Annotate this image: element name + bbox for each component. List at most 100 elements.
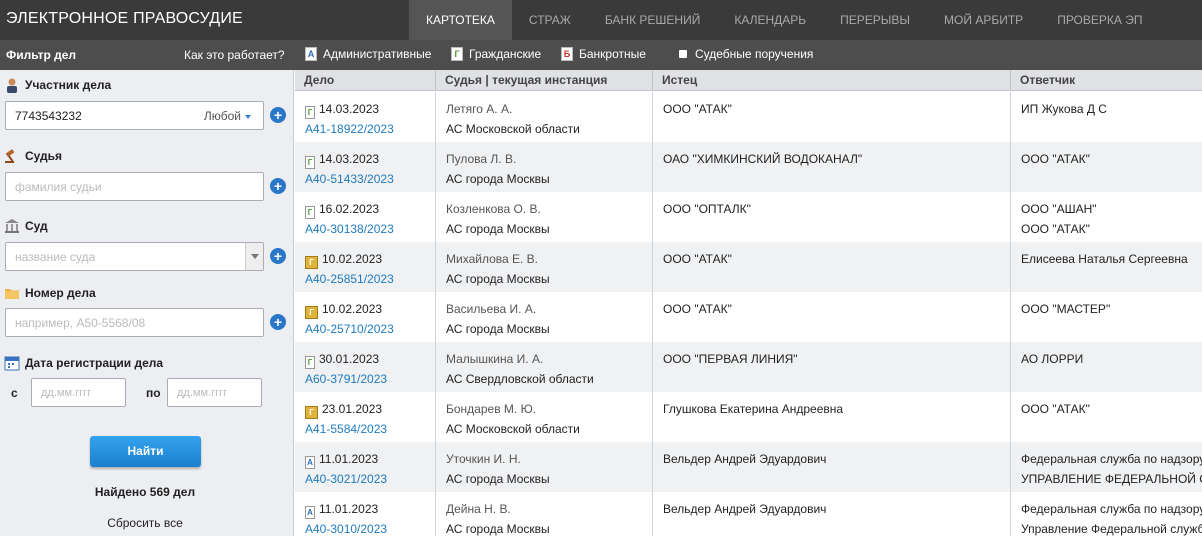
add-case-number-button[interactable]: + — [270, 314, 286, 330]
add-court-button[interactable]: + — [270, 248, 286, 264]
court-name: АС города Москвы — [446, 222, 550, 236]
case-cell: Г 14.03.2023 А40-51433/2023 — [295, 142, 435, 192]
participant-role-dropdown[interactable]: Любой — [204, 109, 251, 123]
case-number-input[interactable]: например, А50-5568/08 — [5, 308, 264, 337]
case-number-link[interactable]: А40-30138/2023 — [305, 222, 394, 236]
case-number-link[interactable]: А40-3021/2023 — [305, 472, 387, 486]
participant-input[interactable]: 7743543232 Любой — [5, 101, 264, 130]
table-row[interactable]: Г 30.01.2023 А60-3791/2023 Малышкина И. А. А… — [295, 342, 1202, 392]
judge-cell: Михайлова Е. В. АС города Москвы — [435, 242, 652, 292]
tab-calendar[interactable]: КАЛЕНДАРЬ — [717, 0, 823, 40]
table-row[interactable]: Г 23.01.2023 А41-5584/2023 Бондарев М. Ю. АС… — [295, 392, 1202, 442]
defendant-name[interactable]: ООО "АТАК" — [1021, 152, 1090, 166]
site-brand[interactable]: ЭЛЕКТРОННОЕ ПРАВОСУДИЕ — [6, 10, 243, 28]
judge-name: Васильева И. А. — [446, 302, 537, 316]
case-type-label: Административные — [323, 47, 432, 61]
judge-name: Уточкин И. Н. — [446, 452, 521, 466]
tab-breaks[interactable]: ПЕРЕРЫВЫ — [823, 0, 927, 40]
case-number-link[interactable]: А40-25851/2023 — [305, 272, 394, 286]
tab-bank-resheniy[interactable]: БАНК РЕШЕНИЙ — [588, 0, 718, 40]
column-header-case[interactable]: Дело — [295, 70, 435, 91]
column-header-defendant[interactable]: Ответчик — [1010, 70, 1202, 91]
reset-all-link[interactable]: Сбросить все — [0, 516, 290, 530]
judge-name: Малышкина И. А. — [446, 352, 544, 366]
tab-kartoteka[interactable]: КАРТОТЕКА — [409, 0, 512, 40]
table-row[interactable]: Г 14.03.2023 А40-51433/2023 Пулова Л. В. АС … — [295, 142, 1202, 192]
plaintiff-cell: Глушкова Екатерина Андреевна — [652, 392, 1010, 442]
defendant-name[interactable]: ООО "АТАК" — [1021, 402, 1090, 416]
plaintiff-name[interactable]: Глушкова Екатерина Андреевна — [663, 402, 843, 416]
defendant-name[interactable]: ИП Жукова Д С — [1021, 102, 1107, 116]
person-icon — [7, 78, 17, 93]
judge-name: Дейна Н. В. — [446, 502, 511, 516]
defendant-name[interactable]: Федеральная служба по надзору — [1021, 452, 1202, 466]
date-from-input[interactable]: дд.мм.гггг — [31, 378, 126, 407]
tab-strazh[interactable]: СТРАЖ — [512, 0, 588, 40]
plaintiff-name[interactable]: Вельдер Андрей Эдуардович — [663, 502, 826, 516]
table-row[interactable]: Г 10.02.2023 А40-25710/2023 Васильева И. А.… — [295, 292, 1202, 342]
plaintiff-name[interactable]: ОАО "ХИМКИНСКИЙ ВОДОКАНАЛ" — [663, 152, 862, 166]
plaintiff-name[interactable]: ООО "ПЕРВАЯ ЛИНИЯ" — [663, 352, 798, 366]
case-cell: Г 14.03.2023 А41-18922/2023 — [295, 92, 435, 142]
case-date: 23.01.2023 — [322, 402, 383, 416]
case-date: 11.01.2023 — [319, 452, 379, 466]
defendant-name[interactable]: УПРАВЛЕНИЕ ФЕДЕРАЛЬНОЙ С — [1021, 472, 1202, 486]
plaintiff-name[interactable]: ООО "АТАК" — [663, 302, 732, 316]
plaintiff-name[interactable]: ООО "ОПТАЛК" — [663, 202, 751, 216]
find-button[interactable]: Найти — [90, 436, 201, 467]
plaintiff-name[interactable]: Вельдер Андрей Эдуардович — [663, 452, 826, 466]
table-row[interactable]: А 11.01.2023 А40-3010/2023 Дейна Н. В. АС го… — [295, 492, 1202, 536]
column-header-judge[interactable]: Судья | текущая инстанция — [435, 70, 652, 91]
case-date: 14.03.2023 — [319, 102, 380, 116]
case-number-link[interactable]: А41-5584/2023 — [305, 422, 387, 436]
court-name: АС города Москвы — [446, 472, 550, 486]
defendant-name[interactable]: ООО "АШАН" — [1021, 202, 1097, 216]
defendant-name[interactable]: Федеральная служба по надзору — [1021, 502, 1202, 516]
case-number-link[interactable]: А40-25710/2023 — [305, 322, 394, 336]
tab-check-ep[interactable]: ПРОВЕРКА ЭП — [1040, 0, 1159, 40]
judge-label: Судья — [25, 149, 63, 163]
add-participant-button[interactable]: + — [270, 107, 286, 123]
case-number-link[interactable]: А41-18922/2023 — [305, 122, 394, 136]
add-judge-button[interactable]: + — [270, 178, 286, 194]
dropdown-arrow-icon[interactable] — [245, 243, 263, 270]
case-type-admin[interactable]: А Административные — [305, 47, 431, 61]
case-number-link[interactable]: А40-3010/2023 — [305, 522, 387, 536]
case-type-court-orders[interactable]: Судебные поручения — [679, 47, 813, 61]
plaintiff-name[interactable]: ООО "АТАК" — [663, 102, 732, 116]
case-date-line: Г 30.01.2023 — [305, 352, 379, 369]
participant-section-label: Участник дела — [4, 77, 111, 93]
plaintiff-cell: ООО "АТАК" — [652, 242, 1010, 292]
case-type-bankrupt[interactable]: Б Банкротные — [561, 47, 646, 61]
case-cell: А 11.01.2023 А40-3010/2023 — [295, 492, 435, 536]
date-to-input[interactable]: дд.мм.гггг — [167, 378, 262, 407]
admin-doc-icon: А — [305, 456, 315, 469]
defendant-name[interactable]: Елисеева Наталья Сергеевна — [1021, 252, 1188, 266]
defendant-name[interactable]: ООО "МАСТЕР" — [1021, 302, 1110, 316]
defendant-name[interactable]: АО ЛОРРИ — [1021, 352, 1083, 366]
case-date: 30.01.2023 — [319, 352, 380, 366]
judge-cell: Малышкина И. А. АС Свердловской области — [435, 342, 652, 392]
table-row[interactable]: Г 10.02.2023 А40-25851/2023 Михайлова Е. В.… — [295, 242, 1202, 292]
defendant-name[interactable]: Управление Федеральной служб — [1021, 522, 1202, 536]
judge-cell: Бондарев М. Ю. АС Московской области — [435, 392, 652, 442]
table-row[interactable]: Г 16.02.2023 А40-30138/2023 Козленкова О. В… — [295, 192, 1202, 242]
defendant-cell: ООО "АТАК" — [1010, 142, 1202, 192]
case-number-link[interactable]: А60-3791/2023 — [305, 372, 387, 386]
judge-section-label: Судья — [4, 148, 62, 164]
bullet-icon — [679, 50, 687, 58]
court-select[interactable]: название суда — [5, 242, 264, 271]
tab-my-arbitr[interactable]: МОЙ АРБИТР — [927, 0, 1040, 40]
plaintiff-name[interactable]: ООО "АТАК" — [663, 252, 732, 266]
judge-input[interactable]: фамилия судьи — [5, 172, 264, 201]
how-it-works-link[interactable]: Как это работает? — [184, 48, 285, 62]
column-header-plaintiff[interactable]: Истец — [652, 70, 1010, 91]
table-row[interactable]: Г 14.03.2023 А41-18922/2023 Летяго А. А. АС … — [295, 92, 1202, 142]
defendant-name[interactable]: ООО "АТАК" — [1021, 222, 1090, 236]
cases-table: Дело Судья | текущая инстанция Истец Отв… — [295, 70, 1202, 536]
case-type-civil[interactable]: Г Гражданские — [451, 47, 541, 61]
table-row[interactable]: А 11.01.2023 А40-3021/2023 Уточкин И. Н. АС … — [295, 442, 1202, 492]
case-number-label: Номер дела — [25, 286, 96, 300]
case-number-link[interactable]: А40-51433/2023 — [305, 172, 394, 186]
case-date-line: Г 23.01.2023 — [305, 402, 382, 419]
